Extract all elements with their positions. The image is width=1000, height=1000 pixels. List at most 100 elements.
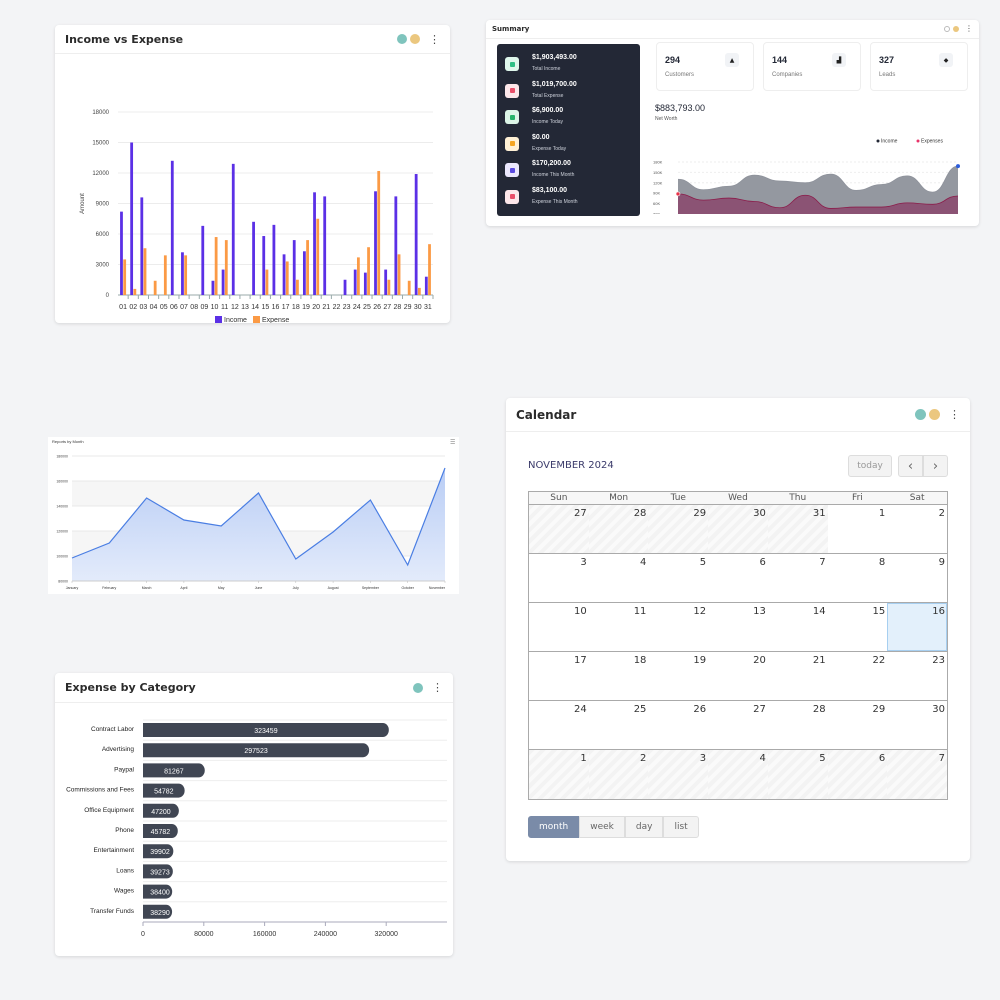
calendar-day[interactable]: 1: [529, 750, 589, 799]
x-tick-label: 160000: [253, 931, 276, 938]
yellow-dot-icon[interactable]: [953, 26, 959, 32]
calendar-day[interactable]: 2: [887, 505, 947, 553]
calendar-day[interactable]: 14: [768, 603, 828, 651]
bar-income: [323, 196, 327, 295]
calendar-day[interactable]: 22: [828, 652, 888, 700]
prev-month-button[interactable]: ‹: [898, 455, 923, 477]
x-tick-label: April: [180, 586, 187, 590]
view-list-button[interactable]: list: [663, 816, 699, 838]
calendar-day[interactable]: 9: [887, 554, 947, 602]
legend-label: Income: [224, 317, 247, 323]
expense-category-card: Expense by Category ⋮ 323459 Contract Lab…: [55, 673, 453, 956]
bar-expense: [306, 240, 309, 295]
calendar-day[interactable]: 20: [708, 652, 768, 700]
legend-label: Expense: [262, 317, 289, 323]
calendar-day[interactable]: 6: [708, 554, 768, 602]
calendar-day[interactable]: 24: [529, 701, 589, 749]
view-day-button[interactable]: day: [624, 816, 664, 838]
calendar-day[interactable]: 17: [529, 652, 589, 700]
kebab-menu-icon[interactable]: ⋮: [429, 34, 440, 45]
calendar-day[interactable]: 13: [708, 603, 768, 651]
x-tick-label: 10: [211, 304, 219, 311]
yellow-dot-icon[interactable]: [410, 34, 420, 44]
calendar-day[interactable]: 28: [768, 701, 828, 749]
kebab-menu-icon[interactable]: ⋮: [949, 409, 960, 420]
weekday-label: Sun: [550, 493, 568, 503]
yellow-dot-icon[interactable]: [929, 409, 940, 420]
calendar-day[interactable]: 27: [708, 701, 768, 749]
income-expense-card: Income vs Expense ⋮ 0 3000 6000 9000 12000 15…: [55, 25, 450, 323]
bar-income: [302, 251, 306, 295]
calendar-day[interactable]: 7: [768, 554, 828, 602]
category-label: Entertainment: [94, 847, 135, 854]
card-header: Income vs Expense ⋮: [55, 25, 450, 54]
kebab-menu-icon[interactable]: ⋮: [965, 25, 973, 33]
category-label: Wages: [114, 888, 135, 895]
calendar-day[interactable]: 25: [589, 701, 649, 749]
calendar-day[interactable]: 29: [828, 701, 888, 749]
bar-income: [140, 197, 144, 295]
x-tick-label: June: [255, 586, 263, 590]
stat-card-customers[interactable]: 294 Customers ▲: [656, 42, 754, 91]
calendar-day-today[interactable]: 16: [887, 603, 947, 651]
bar-value-label: 297523: [244, 748, 267, 755]
calendar-day[interactable]: 29: [648, 505, 709, 553]
stat-label: Companies: [772, 72, 803, 78]
calendar-day[interactable]: 6: [827, 750, 888, 799]
bar-income: [231, 163, 235, 295]
summary-value: $1,903,493.00: [532, 54, 577, 61]
calendar-day[interactable]: 28: [588, 505, 649, 553]
bar-income: [120, 211, 123, 295]
calendar-day[interactable]: 1: [828, 505, 888, 553]
calendar-day[interactable]: 11: [589, 603, 649, 651]
reports-by-month-chart: Reports by Month 80000 100000 120000 140000 1…: [52, 439, 455, 590]
calendar-day[interactable]: 3: [529, 554, 589, 602]
bar-expense: [133, 288, 137, 295]
calendar-day[interactable]: 2: [588, 750, 649, 799]
calendar-day[interactable]: 30: [708, 505, 768, 553]
today-button[interactable]: today: [848, 455, 892, 477]
calendar-day[interactable]: 18: [589, 652, 649, 700]
calendar-day[interactable]: 4: [589, 554, 649, 602]
kebab-menu-icon[interactable]: ⋮: [432, 682, 443, 693]
y-tick-label: 100000: [56, 555, 68, 559]
calendar-day[interactable]: 30: [887, 701, 947, 749]
calendar-day[interactable]: 26: [648, 701, 708, 749]
x-tick-label: 13: [241, 304, 249, 311]
x-tick-label: 04: [150, 304, 158, 311]
receipt-icon: [505, 83, 519, 98]
calendar-day[interactable]: 23: [887, 652, 947, 700]
stat-card-leads[interactable]: 327 Leads ◆: [870, 42, 968, 91]
calendar-day[interactable]: 4: [708, 750, 768, 799]
teal-dot-icon[interactable]: [915, 409, 926, 420]
view-month-button[interactable]: month: [528, 816, 580, 838]
stat-value: 294: [665, 55, 681, 65]
stat-card-companies[interactable]: 144 Companies ▟: [763, 42, 861, 91]
calendar-day[interactable]: 7: [887, 750, 947, 799]
refresh-icon[interactable]: [944, 26, 950, 32]
bar-expense: [367, 247, 370, 295]
next-month-button[interactable]: ›: [923, 455, 948, 477]
calendar-day[interactable]: 27: [529, 505, 589, 553]
teal-dot-icon[interactable]: [413, 682, 423, 693]
category-label: Advertising: [102, 746, 135, 753]
calendar-day[interactable]: 5: [767, 750, 828, 799]
summary-item: $6,900.00 Income Today: [505, 107, 563, 125]
calendar-day[interactable]: 8: [828, 554, 888, 602]
calendar-day[interactable]: 15: [828, 603, 888, 651]
bar-income: [414, 174, 418, 295]
calendar-month-title: NOVEMBER 2024: [528, 460, 614, 471]
x-tick-label: 80000: [194, 931, 214, 938]
calendar-day[interactable]: 3: [648, 750, 709, 799]
calendar-day[interactable]: 12: [648, 603, 708, 651]
calendar-day[interactable]: 21: [768, 652, 828, 700]
view-week-button[interactable]: week: [579, 816, 625, 838]
calendar-day[interactable]: 31: [767, 505, 828, 553]
calendar-day[interactable]: 5: [648, 554, 708, 602]
bar-income: [221, 269, 225, 295]
bar-income: [374, 191, 377, 295]
x-tick-label: 24: [353, 304, 361, 311]
calendar-day[interactable]: 19: [648, 652, 708, 700]
teal-dot-icon[interactable]: [397, 34, 407, 44]
calendar-day[interactable]: 10: [529, 603, 589, 651]
